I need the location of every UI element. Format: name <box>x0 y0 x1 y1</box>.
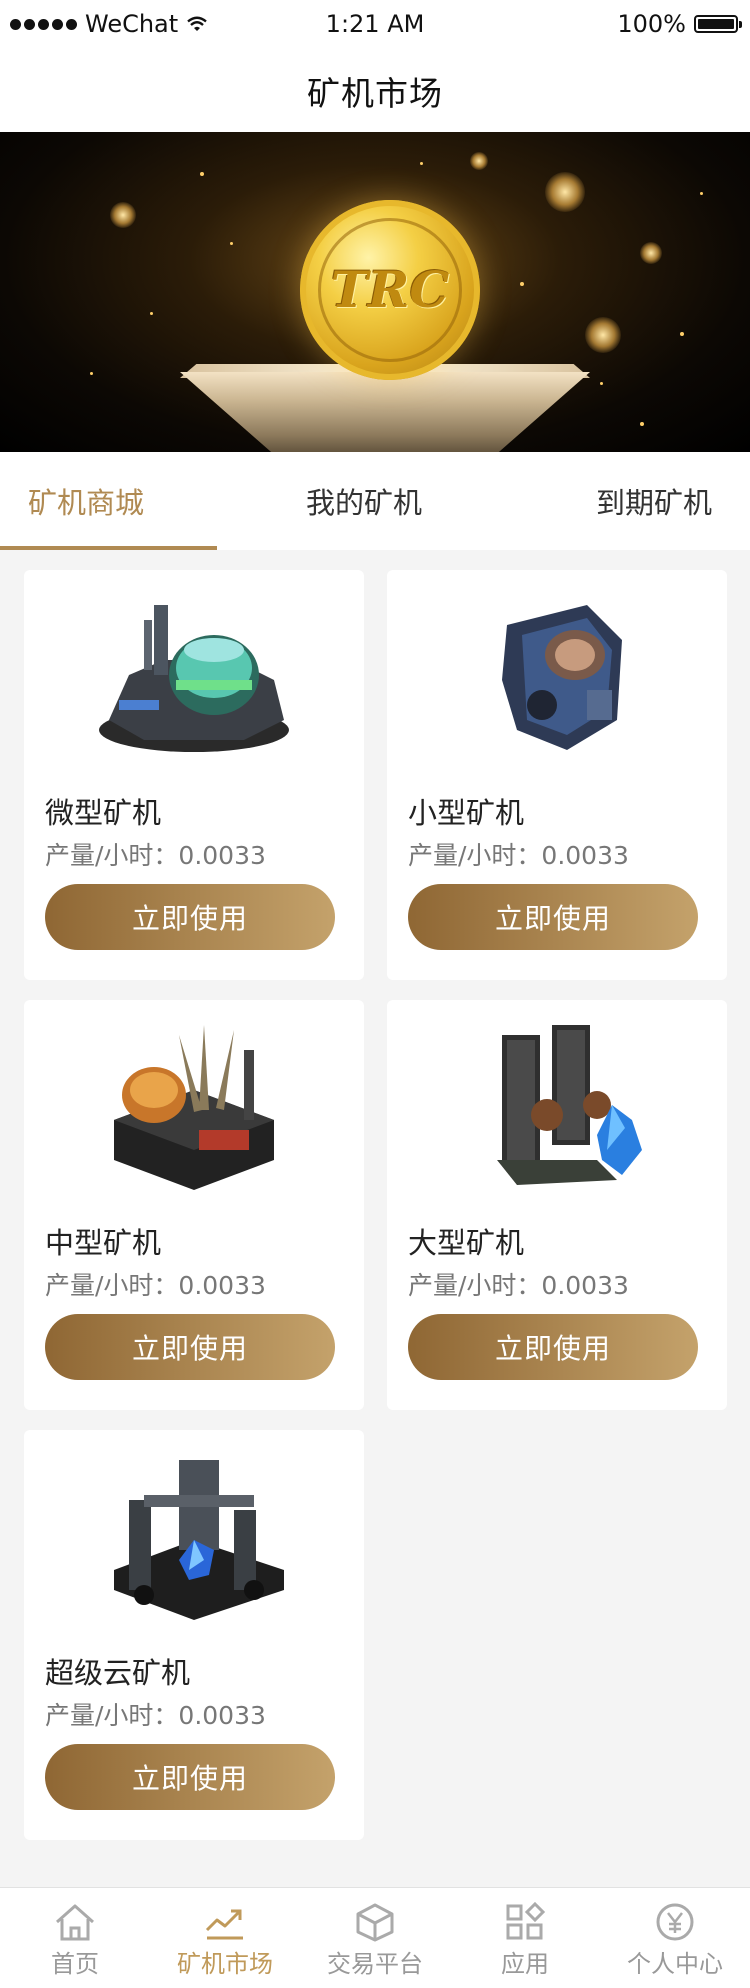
miner-name: 中型矿机 <box>45 1226 162 1260</box>
use-now-button[interactable]: 立即使用 <box>408 884 698 950</box>
miner-name: 超级云矿机 <box>45 1656 191 1690</box>
miner-output: 产量/小时：0.0033 <box>45 841 266 870</box>
tab-miner-shop[interactable]: 矿机商城 <box>28 452 144 550</box>
battery-icon <box>694 15 742 33</box>
pedestal-base <box>180 372 590 452</box>
miner-output: 产量/小时：0.0033 <box>408 1271 629 1300</box>
tab-bar-top: 矿机商城 我的矿机 到期矿机 <box>0 452 750 550</box>
tabbar-label: 首页 <box>51 1950 99 1978</box>
trc-coin-icon: TRC <box>300 200 480 380</box>
page-title: 矿机市场 <box>307 74 443 113</box>
miner-output: 产量/小时：0.0033 <box>408 841 629 870</box>
use-now-button[interactable]: 立即使用 <box>45 1314 335 1380</box>
banner[interactable]: TRC <box>0 132 750 452</box>
super-cloud-miner-image <box>84 1440 304 1620</box>
micro-miner-image <box>84 580 304 760</box>
miner-card: 大型矿机 产量/小时：0.0033 立即使用 <box>387 1000 727 1410</box>
chart-icon <box>205 1909 243 1940</box>
home-icon <box>56 1904 94 1941</box>
active-tab-indicator <box>0 546 217 550</box>
tabbar-label: 矿机市场 <box>177 1950 273 1978</box>
yen-circle-icon <box>656 1903 694 1941</box>
tabbar-item-miner-market[interactable]: 矿机市场 <box>150 1888 300 1988</box>
cube-icon <box>356 1903 394 1942</box>
use-now-button[interactable]: 立即使用 <box>408 1314 698 1380</box>
apps-icon <box>506 1902 546 1940</box>
bottom-tab-bar: 首页 矿机市场 交易平台 应用 个人中心 <box>0 1887 750 1988</box>
status-bar: WeChat 1:21 AM 100% <box>0 0 750 50</box>
status-right: 100% <box>617 10 742 38</box>
miner-card: 小型矿机 产量/小时：0.0033 立即使用 <box>387 570 727 980</box>
nav-bar: 矿机市场 <box>0 50 750 133</box>
tabbar-item-home[interactable]: 首页 <box>0 1888 150 1988</box>
miner-card: 微型矿机 产量/小时：0.0033 立即使用 <box>24 570 364 980</box>
miner-output: 产量/小时：0.0033 <box>45 1701 266 1730</box>
use-now-button[interactable]: 立即使用 <box>45 884 335 950</box>
miner-card: 中型矿机 产量/小时：0.0033 立即使用 <box>24 1000 364 1410</box>
battery-percent: 100% <box>617 10 686 38</box>
miner-card: 超级云矿机 产量/小时：0.0033 立即使用 <box>24 1430 364 1840</box>
tab-my-miners[interactable]: 我的矿机 <box>306 452 422 550</box>
tab-expired-miners[interactable]: 到期矿机 <box>596 452 712 550</box>
tabbar-item-profile[interactable]: 个人中心 <box>600 1888 750 1988</box>
miner-name: 大型矿机 <box>408 1226 525 1260</box>
tabbar-label: 交易平台 <box>327 1950 423 1978</box>
miner-output: 产量/小时：0.0033 <box>45 1271 266 1300</box>
coin-label: TRC <box>330 260 450 319</box>
small-miner-image <box>447 580 667 760</box>
tabbar-item-apps[interactable]: 应用 <box>450 1888 600 1988</box>
medium-miner-image <box>84 1010 304 1190</box>
tabbar-item-trading[interactable]: 交易平台 <box>300 1888 450 1988</box>
tabbar-label: 应用 <box>501 1950 549 1978</box>
tabbar-label: 个人中心 <box>627 1950 723 1978</box>
large-miner-image <box>447 1010 667 1190</box>
use-now-button[interactable]: 立即使用 <box>45 1744 335 1810</box>
miner-name: 小型矿机 <box>408 796 525 830</box>
miner-name: 微型矿机 <box>45 796 162 830</box>
